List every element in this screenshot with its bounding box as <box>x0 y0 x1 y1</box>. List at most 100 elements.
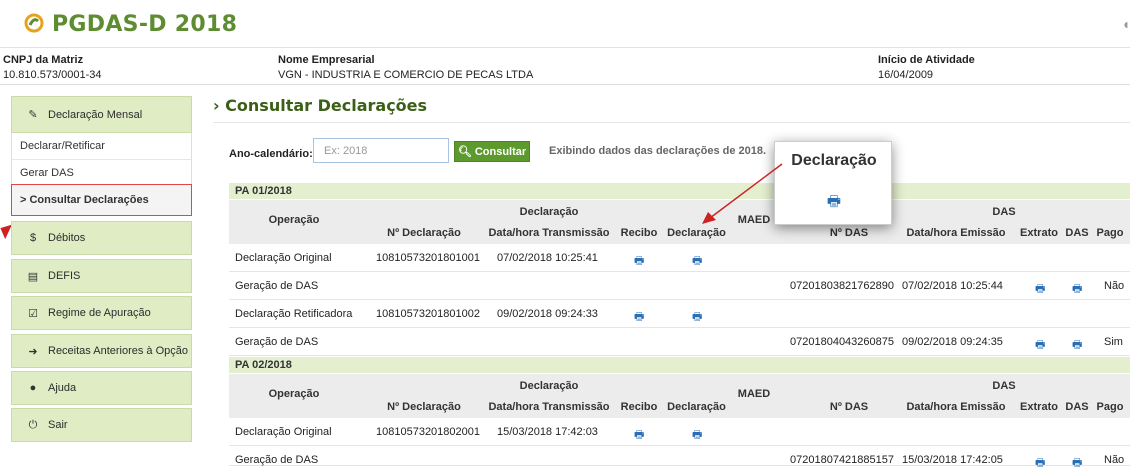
sidebar-subitem-consultar[interactable]: > Consultar Declarações <box>11 184 192 216</box>
logo-icon <box>24 13 44 33</box>
header-pago: Pago <box>1096 227 1124 239</box>
sidebar-item-label: Regime de Apuração <box>48 307 151 319</box>
printer-icon[interactable]: 🖶 <box>692 252 702 271</box>
cell-pago: Não <box>1104 454 1125 466</box>
header-das: DAS <box>1065 227 1089 239</box>
table-row: Declaração Original 10810573201801001 07… <box>229 244 1130 272</box>
sidebar-item-label: Sair <box>48 419 68 431</box>
pencil-icon: ✎ <box>28 109 38 121</box>
header-declaracao: Declaração <box>667 401 726 413</box>
cell-data-transmissao: 09/02/2018 09:24:33 <box>497 308 598 320</box>
sidebar-item-label: Débitos <box>48 232 86 244</box>
printer-icon[interactable]: 🖶 <box>634 308 644 327</box>
red-arrow-annotation <box>702 163 783 224</box>
help-icon: ● <box>29 382 37 394</box>
cell-operacao: Geração de DAS <box>235 336 319 348</box>
header-pago: Pago <box>1096 401 1124 413</box>
header-declaracao-group: Declaração <box>519 380 579 392</box>
cell-n-declaracao: 10810573201801001 <box>376 252 481 264</box>
zoom-callout: Declaração 🖶 <box>774 141 892 225</box>
app-title: PGDAS-D 2018 <box>52 12 238 37</box>
sidebar-item-label: DEFIS <box>48 270 81 282</box>
sidebar-subitem-gerar-das[interactable]: Gerar DAS <box>11 160 192 187</box>
printer-icon[interactable]: 🖶 <box>1072 280 1082 299</box>
consult-button[interactable]: 🔍︎ Consultar <box>454 141 530 162</box>
printer-icon[interactable]: 🖶 <box>1035 280 1045 299</box>
header-data-transmissao: Data/hora Transmissão <box>488 227 610 239</box>
list-icon: ▤ <box>27 270 39 283</box>
header-n-declaracao: Nº Declaração <box>387 227 461 239</box>
cell-data-emissao: 15/03/2018 17:42:05 <box>902 454 1003 466</box>
sidebar-item-defis[interactable]: ▤ DEFIS <box>11 259 192 293</box>
cell-data-emissao: 09/02/2018 09:24:35 <box>902 336 1003 348</box>
header-das-group: DAS <box>992 206 1016 218</box>
header-recibo: Recibo <box>620 401 658 413</box>
user-menu-icon[interactable]: ◖ <box>1122 16 1130 32</box>
cnpj-label: CNPJ da Matriz <box>3 54 84 66</box>
start-date-value: 16/04/2009 <box>878 69 934 81</box>
header-n-declaracao: Nº Declaração <box>387 401 461 413</box>
printer-icon[interactable]: 🖶 <box>634 426 644 445</box>
cell-operacao: Declaração Original <box>235 426 332 438</box>
cell-n-das: 07201803821762890 <box>790 280 895 292</box>
cell-operacao: Geração de DAS <box>235 280 319 292</box>
printer-icon[interactable]: 🖶 <box>1072 454 1082 473</box>
sidebar-item-ajuda[interactable]: ● Ajuda <box>11 371 192 405</box>
arrow-icon: ➜ <box>28 345 38 358</box>
check-box-icon: ☑ <box>28 307 38 320</box>
header-data-emissao: Data/hora Emissão <box>906 227 1006 239</box>
printer-icon[interactable]: 🖶 <box>692 426 702 445</box>
header-operacao: Operação <box>268 214 320 226</box>
start-date-label: Início de Atividade <box>878 54 975 66</box>
company-name-label: Nome Empresarial <box>278 54 375 66</box>
cell-operacao: Declaração Original <box>235 252 332 264</box>
cell-n-declaracao: 10810573201802001 <box>376 426 481 438</box>
cell-pago: Não <box>1104 280 1125 292</box>
sidebar-subitem-declarar[interactable]: Declarar/Retificar <box>11 133 192 160</box>
table-header: Operação Declaração MAED DAS Nº Declaraç… <box>229 200 1130 244</box>
showing-text: Exibindo dados das declarações de 2018. <box>549 145 767 157</box>
company-info: CNPJ da Matriz 10.810.573/0001-34 Nome E… <box>0 49 1130 85</box>
dollar-icon: $ <box>29 232 37 244</box>
sidebar-item-label: Declaração Mensal <box>48 108 143 121</box>
sidebar-item-receitas[interactable]: ➜ Receitas Anteriores à Opção <box>11 334 192 368</box>
header-operacao: Operação <box>268 388 320 400</box>
printer-icon[interactable]: 🖶 <box>634 252 644 271</box>
header-data-transmissao: Data/hora Transmissão <box>488 401 610 413</box>
cell-data-emissao: 07/02/2018 10:25:44 <box>902 280 1003 292</box>
cell-n-declaracao: 10810573201801002 <box>376 308 481 320</box>
cell-data-transmissao: 15/03/2018 17:42:03 <box>497 426 598 438</box>
header-recibo: Recibo <box>620 227 658 239</box>
header-maed: MAED <box>737 388 771 400</box>
year-label: Ano-calendário: <box>229 148 313 160</box>
printer-icon[interactable]: 🖶 <box>692 308 702 327</box>
sidebar-item-regime[interactable]: ☑ Regime de Apuração <box>11 296 192 330</box>
header-extrato: Extrato <box>1020 227 1058 239</box>
sidebar-item-sair[interactable]: ⏻ Sair <box>11 408 192 442</box>
sidebar-item-label: Receitas Anteriores à Opção <box>48 345 189 357</box>
sidebar-item-debitos[interactable]: $ Débitos <box>11 221 192 255</box>
power-icon: ⏻ <box>28 418 38 431</box>
header-das-group: DAS <box>992 380 1016 392</box>
sidebar-item-declaracao-mensal[interactable]: ✎ Declaração Mensal <box>11 96 192 133</box>
cell-n-das: 07201807421885157 <box>790 454 895 466</box>
page-title: › Consultar Declarações <box>213 96 428 115</box>
header-extrato: Extrato <box>1020 401 1058 413</box>
printer-icon[interactable]: 🖶 <box>775 191 893 216</box>
filter-area: Ano-calendário: 🔍︎ Consultar Exibindo da… <box>213 122 1130 180</box>
period-header: PA 01/2018 <box>229 183 1130 199</box>
year-input[interactable] <box>313 138 449 163</box>
cell-data-transmissao: 07/02/2018 10:25:41 <box>497 252 598 264</box>
cell-n-das: 07201804043260875 <box>790 336 895 348</box>
cnpj-value: 10.810.573/0001-34 <box>3 69 102 81</box>
header-n-das: Nº DAS <box>829 401 869 413</box>
search-icon: 🔍︎ <box>457 146 472 158</box>
cell-operacao: Geração de DAS <box>235 454 319 466</box>
header-n-das: Nº DAS <box>829 227 869 239</box>
printer-icon[interactable]: 🖶 <box>1072 336 1082 355</box>
period-header: PA 02/2018 <box>229 357 1130 373</box>
printer-icon[interactable]: 🖶 <box>1035 336 1045 355</box>
company-name-value: VGN - INDUSTRIA E COMERCIO DE PECAS LTDA <box>278 69 534 81</box>
table-row: Declaração Retificadora 1081057320180100… <box>229 300 1130 328</box>
printer-icon[interactable]: 🖶 <box>1035 454 1045 473</box>
